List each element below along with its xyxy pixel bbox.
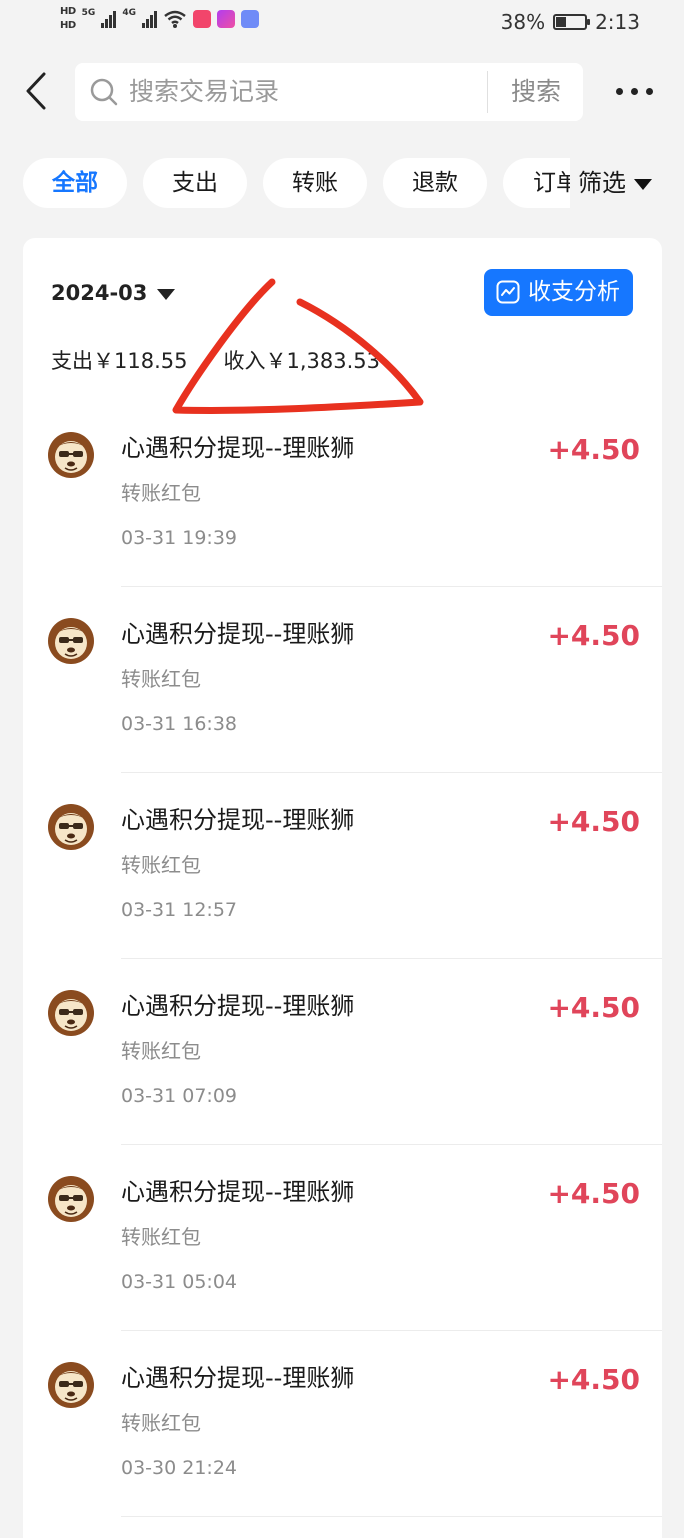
- lion-avatar-icon: [48, 804, 94, 850]
- month-label: 2024-03: [51, 281, 148, 305]
- row-divider: [121, 1516, 662, 1517]
- income-expense-analysis-button[interactable]: 收支分析: [484, 269, 633, 316]
- transaction-time: 03-31 16:38: [121, 713, 238, 735]
- trend-chart-icon: [496, 280, 520, 304]
- more-dot-icon: [631, 87, 638, 95]
- transaction-amount: +4.50: [547, 619, 640, 652]
- more-dot-icon: [616, 87, 623, 95]
- hd-label-2: HD: [60, 20, 76, 31]
- transaction-amount: +4.50: [547, 991, 640, 1024]
- filter-chip-bar: 全部 支出 转账 退款 订单 筛选: [0, 158, 684, 210]
- transaction-row[interactable]: 心遇积分提现--理账狮 转账红包 03-31 07:09 +4.50: [23, 959, 662, 1145]
- transaction-time: 03-31 07:09: [121, 1085, 238, 1107]
- transaction-row[interactable]: 心遇积分提现--理账狮 转账红包 03-31 05:04 +4.50: [23, 1145, 662, 1331]
- transaction-amount: +4.50: [547, 805, 640, 838]
- chip-expense[interactable]: 支出: [143, 158, 247, 208]
- caret-down-icon: [634, 178, 652, 190]
- app-notification-icon-purple: [216, 10, 235, 28]
- chip-refund[interactable]: 退款: [383, 158, 487, 208]
- clock: 2:13: [595, 10, 640, 34]
- transaction-title: 心遇积分提现--理账狮: [121, 434, 355, 462]
- wifi-icon: [164, 10, 186, 28]
- app-notification-icon-blue: [240, 10, 259, 28]
- lion-avatar-icon: [48, 432, 94, 478]
- analysis-button-label: 收支分析: [528, 279, 620, 305]
- income-total: 收入￥1,383.53: [223, 349, 380, 373]
- expense-total: 支出￥118.55: [51, 349, 188, 373]
- search-input[interactable]: 搜索交易记录: [129, 77, 279, 107]
- status-left: HD HD 5G 4G: [60, 6, 259, 32]
- chip-all[interactable]: 全部: [23, 158, 127, 208]
- monthly-summary: 支出￥118.55 收入￥1,383.53: [51, 348, 380, 374]
- caret-down-icon: [157, 288, 176, 300]
- transaction-time: 03-31 12:57: [121, 899, 238, 921]
- network-5g-label: 5G: [81, 8, 96, 18]
- search-bar[interactable]: 搜索交易记录 搜索: [75, 63, 583, 121]
- transaction-title: 心遇积分提现--理账狮: [121, 992, 355, 1020]
- battery-fill: [556, 17, 567, 27]
- transaction-category: 转账红包: [121, 667, 201, 691]
- lion-avatar-icon: [48, 1362, 94, 1408]
- transaction-amount: +4.50: [547, 1363, 640, 1396]
- search-divider: [487, 71, 488, 113]
- month-picker[interactable]: 2024-03: [51, 280, 176, 306]
- transaction-row[interactable]: 心遇积分提现--理账狮 转账红包 03-31 12:57 +4.50: [23, 773, 662, 959]
- transaction-category: 转账红包: [121, 1411, 201, 1435]
- signal-icon: [101, 10, 117, 28]
- search-button[interactable]: 搜索: [511, 77, 561, 107]
- transaction-category: 转账红包: [121, 481, 201, 505]
- transactions-card: 2024-03 收支分析 支出￥118.55 收入￥1,383.53 心遇积分提现…: [23, 238, 662, 1538]
- lion-avatar-icon: [48, 990, 94, 1036]
- chevron-left-icon: [26, 72, 46, 110]
- signal-icon-2: [141, 10, 157, 28]
- transaction-amount: +4.50: [547, 1177, 640, 1210]
- battery-icon: [553, 14, 591, 30]
- transaction-row[interactable]: 心遇积分提现--理账狮 转账红包 03-31 16:38 +4.50: [23, 587, 662, 773]
- transaction-category: 转账红包: [121, 1225, 201, 1249]
- search-icon: [90, 78, 118, 106]
- transaction-time: 03-31 19:39: [121, 527, 238, 549]
- more-dot-icon: [646, 87, 653, 95]
- transaction-amount: +4.50: [547, 433, 640, 466]
- battery-percent: 38%: [500, 10, 546, 34]
- transaction-time: 03-31 05:04: [121, 1271, 238, 1293]
- chip-transfer[interactable]: 转账: [263, 158, 367, 208]
- transaction-category: 转账红包: [121, 1039, 201, 1063]
- transaction-title: 心遇积分提现--理账狮: [121, 1178, 355, 1206]
- transaction-row[interactable]: 心遇积分提现--理账狮 转账红包 03-30 21:24 +4.50: [23, 1331, 662, 1517]
- more-options-button[interactable]: [616, 80, 664, 102]
- transaction-time: 03-30 21:24: [121, 1457, 238, 1479]
- transaction-list: 心遇积分提现--理账狮 转账红包 03-31 19:39 +4.50 心遇积分提…: [23, 401, 662, 1517]
- status-bar: HD HD 5G 4G 38% 2:13: [0, 0, 684, 48]
- transaction-category: 转账红包: [121, 853, 201, 877]
- status-right: 38% 2:13: [501, 10, 640, 34]
- transaction-title: 心遇积分提现--理账狮: [121, 1364, 355, 1392]
- filter-label: 筛选: [578, 169, 626, 197]
- hd-label-1: HD: [60, 6, 76, 17]
- app-notification-icon-red: [192, 10, 211, 28]
- transaction-row[interactable]: 心遇积分提现--理账狮 转账红包 03-31 19:39 +4.50: [23, 401, 662, 587]
- filter-button[interactable]: 筛选: [570, 158, 684, 208]
- hd-indicator: HD HD: [60, 6, 76, 32]
- lion-avatar-icon: [48, 1176, 94, 1222]
- back-button[interactable]: [18, 68, 58, 116]
- network-4g-label: 4G: [122, 8, 136, 18]
- lion-avatar-icon: [48, 618, 94, 664]
- transaction-title: 心遇积分提现--理账狮: [121, 806, 355, 834]
- transaction-title: 心遇积分提现--理账狮: [121, 620, 355, 648]
